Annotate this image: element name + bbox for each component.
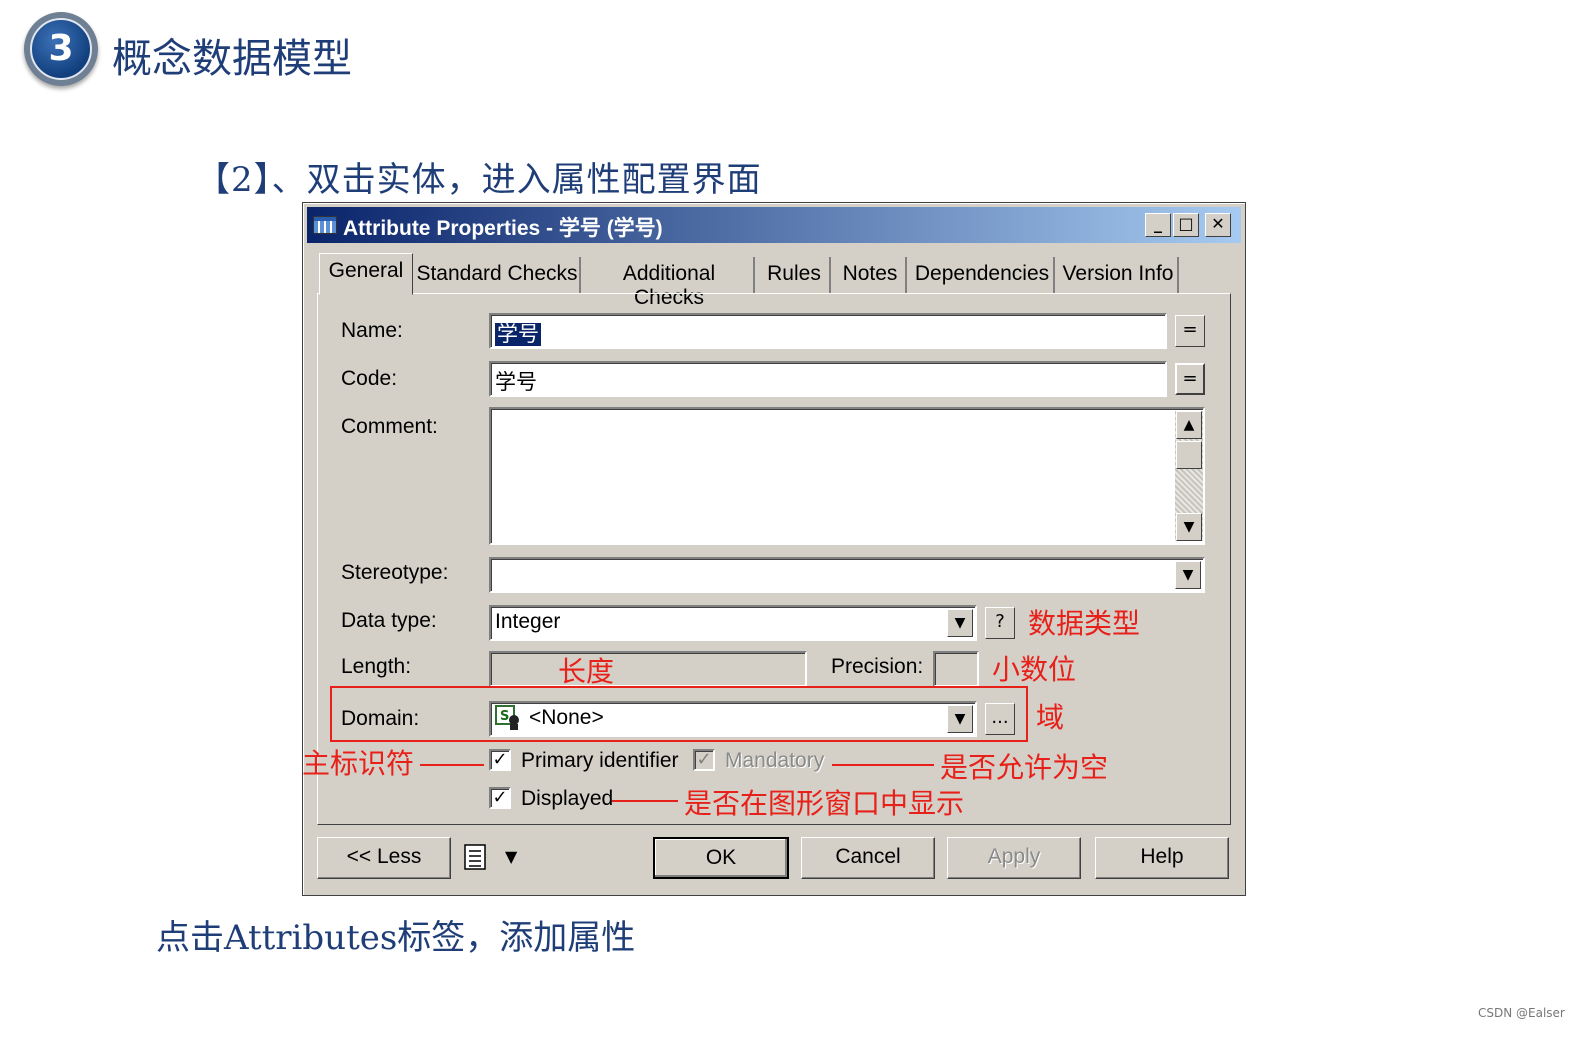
less-button[interactable]: << Less [317, 837, 451, 879]
length-input[interactable] [489, 651, 807, 687]
maximize-button[interactable]: □ [1173, 213, 1199, 237]
annotation-primary-identifier: 主标识符 [302, 747, 415, 780]
grid-icon [313, 216, 337, 234]
precision-input[interactable] [933, 651, 979, 687]
annotation-domain: 域 [1036, 701, 1065, 734]
data-type-label: Data type: [341, 609, 437, 632]
length-label: Length: [341, 655, 412, 678]
scroll-up-arrow-icon[interactable]: ▲ [1176, 411, 1202, 439]
annotation-precision: 小数位 [992, 653, 1077, 686]
name-code-sync-button[interactable]: = [1175, 315, 1205, 347]
ok-button[interactable]: OK [653, 837, 789, 879]
primary-identifier-label: Primary identifier [521, 749, 679, 772]
annotation-line-displayed [612, 800, 678, 802]
help-button[interactable]: Help [1095, 837, 1229, 879]
comment-textarea[interactable] [489, 407, 1205, 545]
scroll-down-arrow-icon[interactable]: ▼ [1176, 513, 1202, 541]
name-input[interactable]: 学号 [489, 313, 1167, 349]
dropdown-arrow-icon[interactable]: ▼ [947, 609, 973, 637]
primary-identifier-checkbox[interactable]: ✓ [489, 749, 511, 771]
list-icon[interactable] [463, 843, 489, 871]
minimize-button[interactable]: _ [1145, 213, 1171, 237]
stereotype-label: Stereotype: [341, 561, 449, 584]
tab-version-info[interactable]: Version Info [1059, 257, 1179, 293]
scroll-thumb[interactable] [1176, 441, 1202, 469]
checkmark-icon: ✓ [492, 787, 508, 808]
tab-standard-checks[interactable]: Standard Checks [415, 257, 581, 293]
annotation-displayed: 是否在图形窗口中显示 [684, 787, 965, 820]
title-bar[interactable]: Attribute Properties - 学号 (学号) _ □ ✕ [307, 207, 1241, 243]
badge-number: 3 [30, 18, 92, 80]
displayed-label: Displayed [521, 787, 614, 810]
annotation-mandatory: 是否允许为空 [940, 751, 1109, 784]
section-number-badge: 3 [24, 12, 98, 86]
domain-highlight-box [330, 686, 1028, 742]
comment-label: Comment: [341, 415, 438, 438]
page-title: 概念数据模型 [112, 36, 352, 82]
tab-general[interactable]: General [319, 253, 413, 295]
code-label: Code: [341, 367, 398, 390]
name-value: 学号 [495, 323, 541, 346]
credit-watermark: CSDN @Ealser [1478, 1006, 1565, 1020]
close-button[interactable]: ✕ [1205, 213, 1231, 237]
dialog-title: Attribute Properties - 学号 (学号) [343, 217, 663, 240]
code-input[interactable]: 学号 [489, 361, 1167, 397]
bottom-note: 点击Attributes标签，添加属性 [156, 918, 636, 958]
precision-label: Precision: [831, 655, 924, 678]
chevron-down-icon[interactable]: ▼ [505, 847, 517, 866]
annotation-line-primary [420, 764, 484, 766]
annotation-line-mandatory [832, 764, 934, 766]
tab-notes[interactable]: Notes [835, 257, 907, 293]
data-type-combobox[interactable]: Integer [489, 605, 977, 641]
apply-button[interactable]: Apply [947, 837, 1081, 879]
annotation-data-type: 数据类型 [1028, 607, 1141, 640]
checkmark-icon: ✓ [696, 749, 712, 770]
subheading: 【2】、双击实体，进入属性配置界面 [196, 160, 762, 200]
mandatory-checkbox[interactable]: ✓ [693, 749, 715, 771]
dropdown-arrow-icon[interactable]: ▼ [1175, 561, 1201, 589]
data-type-help-button[interactable]: ? [985, 607, 1015, 639]
displayed-checkbox[interactable]: ✓ [489, 787, 511, 809]
tab-rules[interactable]: Rules [759, 257, 831, 293]
tab-dependencies[interactable]: Dependencies [911, 257, 1055, 293]
stereotype-combobox[interactable] [489, 557, 1205, 593]
annotation-length: 长度 [558, 655, 615, 688]
name-label: Name: [341, 319, 403, 342]
code-sync-button[interactable]: = [1175, 363, 1205, 395]
checkmark-icon: ✓ [492, 749, 508, 770]
cancel-button[interactable]: Cancel [801, 837, 935, 879]
tab-additional-checks[interactable]: Additional Checks [585, 257, 755, 309]
mandatory-label: Mandatory [725, 749, 825, 772]
